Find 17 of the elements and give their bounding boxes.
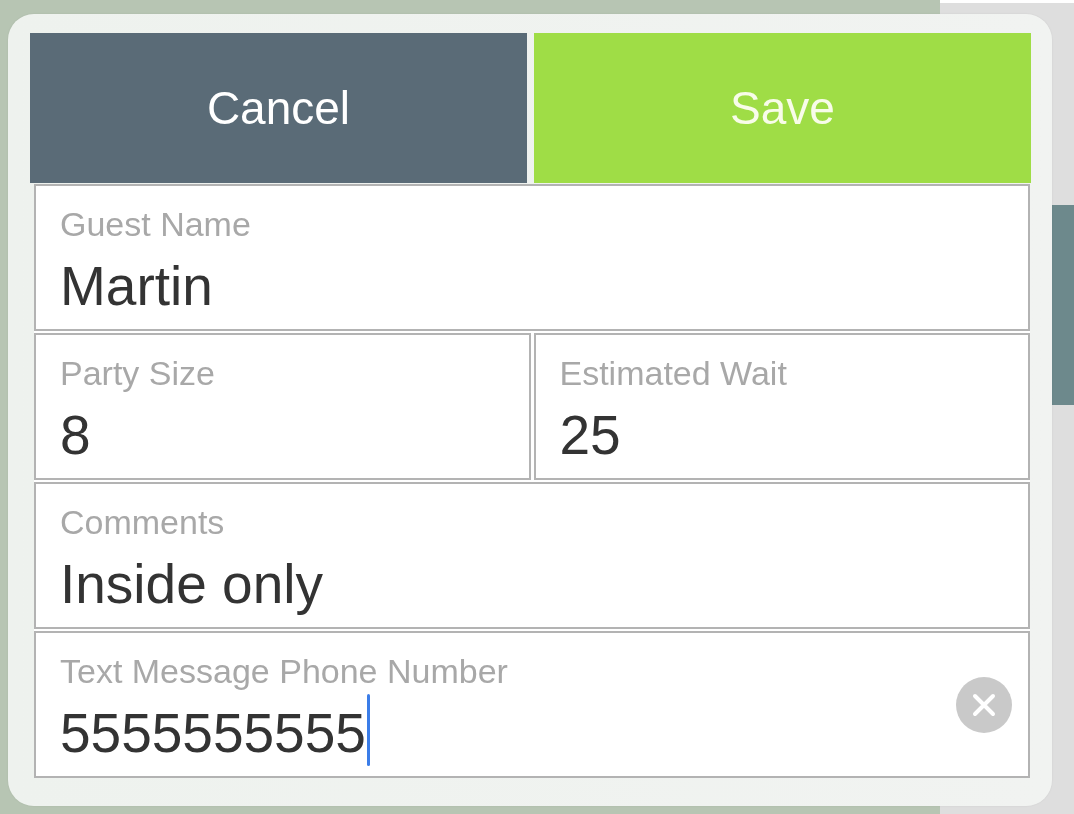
text-field[interactable]: Text Message Phone Number 5555555555 (34, 631, 1030, 778)
text-field[interactable]: Comments Inside only (34, 482, 1030, 629)
field-label: Text Message Phone Number (60, 651, 508, 691)
field-label: Estimated Wait (559, 353, 787, 393)
field-label: Guest Name (60, 204, 251, 244)
close-icon[interactable] (956, 676, 1012, 733)
field-label: Party Size (60, 353, 215, 393)
field-value: 25 (559, 404, 621, 466)
field-value: 5555555555 (60, 702, 366, 764)
field-label: Comments (60, 502, 225, 542)
field-value: 8 (60, 404, 91, 466)
field-value: Martin (60, 255, 213, 317)
text-field[interactable]: Party Size 8 (34, 333, 531, 480)
text-field[interactable]: Estimated Wait 25 (533, 333, 1030, 480)
field-value: Inside only (60, 553, 323, 615)
cancel-button[interactable]: Cancel (30, 33, 527, 183)
text-field[interactable]: Guest Name Martin (34, 184, 1030, 331)
